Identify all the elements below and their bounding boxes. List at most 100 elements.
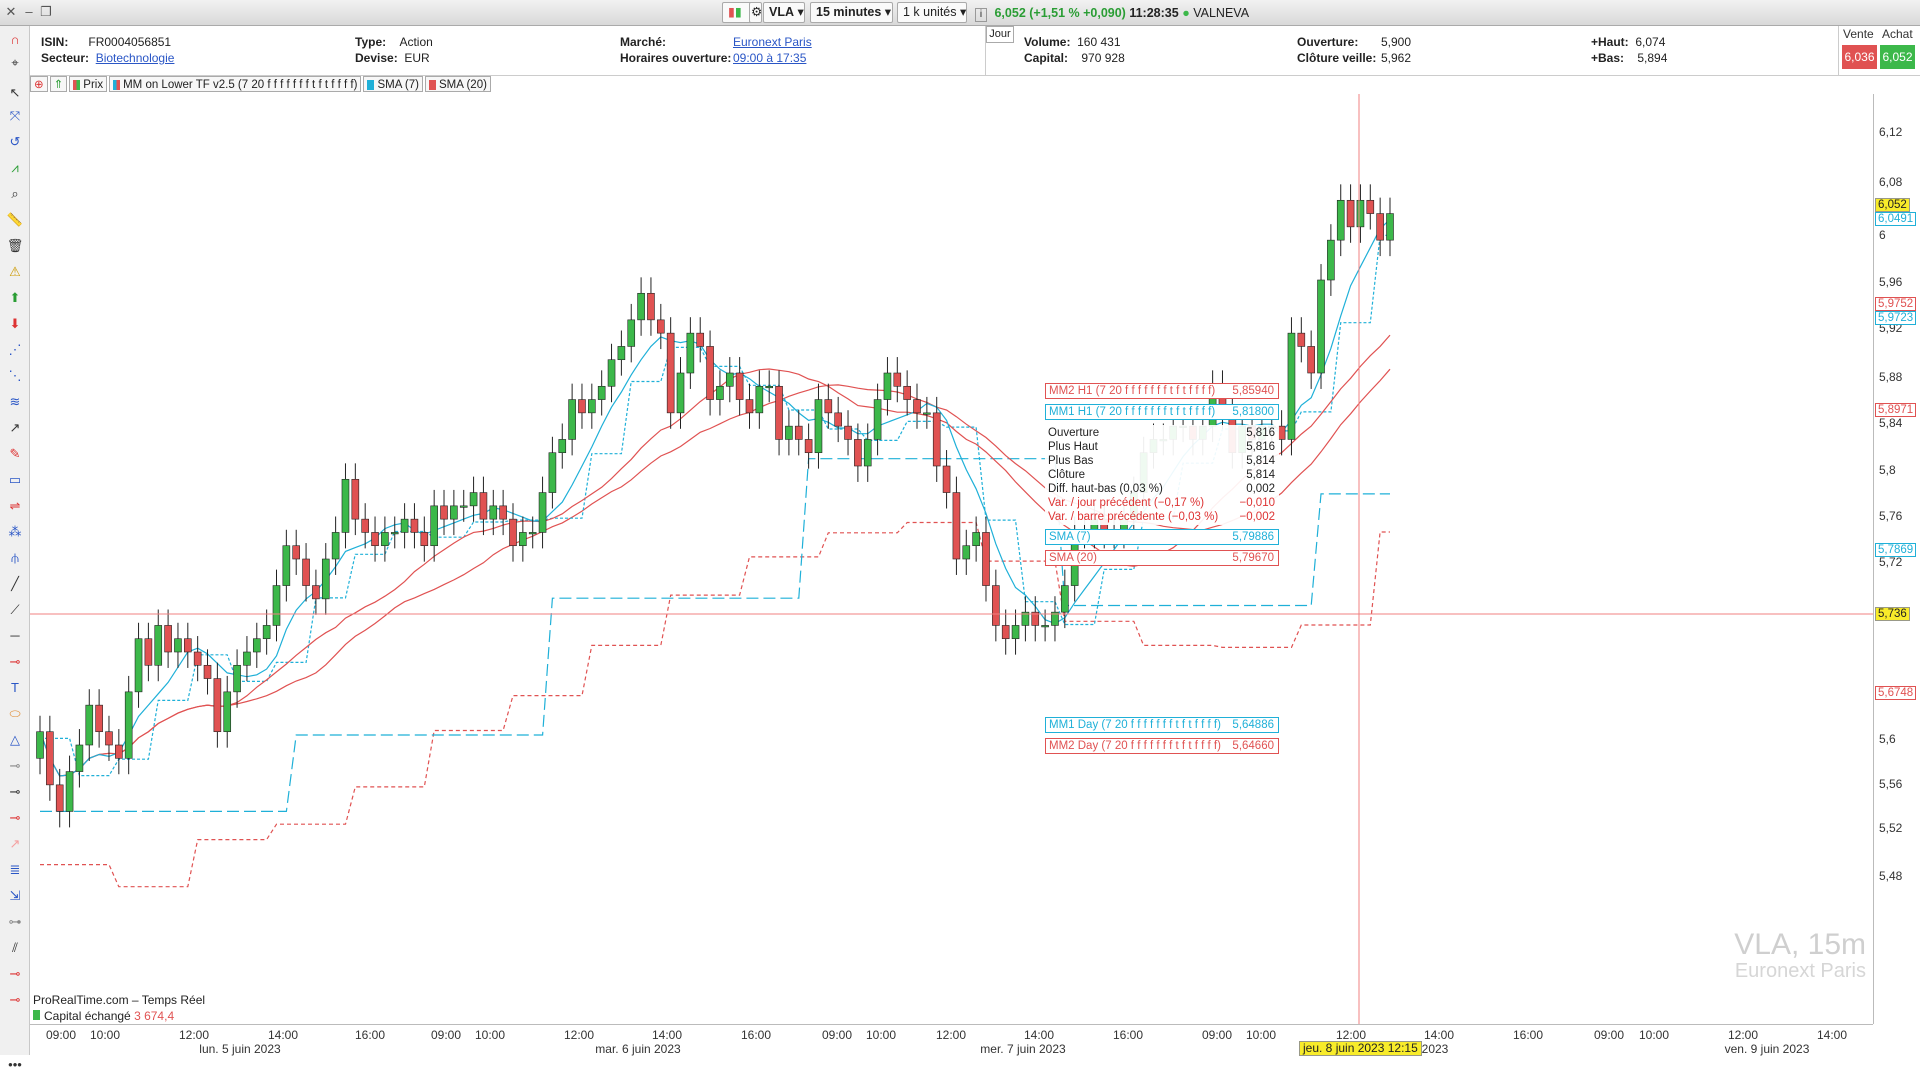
legend-mm[interactable]: MM on Lower TF v2.5 (7 20 f f f f f f f …	[109, 76, 362, 92]
ellipse-icon[interactable]: ⬭	[6, 705, 24, 723]
line-icon[interactable]: ╱	[6, 575, 24, 593]
rectangle-icon[interactable]: ▭	[6, 471, 24, 489]
arrow-pink-icon[interactable]: ↗	[6, 835, 24, 853]
buy-button[interactable]: 6,052	[1880, 45, 1915, 69]
trash-icon[interactable]: 🗑	[6, 237, 24, 255]
horaires-link[interactable]: 09:00 à 17:35	[733, 50, 806, 66]
watermark-symbol: VLA, 15m	[1734, 928, 1866, 961]
minimize-icon[interactable]: –	[22, 4, 36, 20]
segment-icon[interactable]: ⟋	[6, 601, 24, 619]
secteur-link[interactable]: Biotechnologie	[96, 51, 175, 65]
time-tick: 12:00	[1727, 1028, 1759, 1042]
wave-count-icon[interactable]: ⋰	[6, 341, 24, 359]
magnet-icon[interactable]: ∩	[6, 31, 24, 49]
candle	[85, 689, 94, 761]
symbol-select[interactable]: VLA ▾	[763, 2, 805, 23]
devise-row: Devise: EUR	[355, 50, 430, 66]
candle	[233, 649, 241, 708]
triangle-icon[interactable]: △	[6, 731, 24, 749]
price-axis[interactable]: 6,126,0865,965,925,885,845,85,765,725,64…	[1873, 94, 1920, 1024]
time-axis[interactable]: ven. 9 juin 2023 2023 mer. 7 juin 2023 mar.…	[30, 1024, 1873, 1056]
candle	[903, 370, 911, 416]
price-tag: 6,052	[1875, 198, 1910, 212]
pitchfork-icon[interactable]: ⫛	[6, 549, 24, 567]
zoom-icon[interactable]: ⌕	[6, 185, 24, 203]
cursor-date-label: jeu. 8 juin 2023 12:15	[1299, 1041, 1422, 1056]
channel-icon[interactable]: ⇌	[6, 497, 24, 515]
marche-link-text[interactable]: Euronext Paris	[733, 35, 812, 49]
timeframe-value: 15 minutes	[816, 5, 882, 19]
undo-icon[interactable]: ↺	[6, 133, 24, 151]
time-tick: 10:00	[1245, 1028, 1277, 1042]
info-icon[interactable]: i	[975, 8, 987, 22]
legend-sma20[interactable]: SMA (20)	[424, 76, 491, 92]
candle	[893, 357, 902, 403]
horaires-link-text[interactable]: 09:00 à 17:35	[733, 51, 806, 65]
cursor-icon[interactable]: ↖	[6, 84, 24, 102]
ray-black-icon[interactable]: ⊸	[6, 783, 24, 801]
measure-icon[interactable]: ⇲	[6, 887, 24, 905]
settings-icon[interactable]: ⚙	[749, 2, 762, 23]
more-icon[interactable]: •••	[6, 1056, 24, 1074]
candle	[657, 303, 665, 350]
magnet-settings-icon[interactable]: ⌖	[6, 54, 24, 72]
legend-add-icon[interactable]: ⊕	[30, 76, 48, 92]
arrow-line-icon[interactable]: ↗	[6, 419, 24, 437]
ohlc-value: 5,814	[1246, 469, 1275, 481]
candle	[686, 317, 695, 389]
hline-red2-icon[interactable]: ⊸	[6, 991, 24, 1009]
candle	[627, 303, 636, 363]
drawing-toolbar: ∩ ⌖ ↖ ⤧ ↺ ⩘ ⌕ 📏 🗑 ⚠ ⬆ ⬇ ⋰ ⋱ ≋ ↗ ✎ ▭ ⇌ ⁂ …	[0, 26, 30, 1072]
units-select[interactable]: 1 k unités ▾	[897, 2, 967, 23]
pencil-icon[interactable]: ✎	[6, 445, 24, 463]
candle	[1356, 184, 1365, 243]
zigzag-icon[interactable]: ⩘	[6, 159, 24, 177]
horizontal-line-icon[interactable]: ─	[6, 627, 24, 645]
ruler-icon[interactable]: 📏	[6, 211, 24, 229]
segment-grey-icon[interactable]: ⊶	[6, 913, 24, 931]
price-chart[interactable]	[30, 94, 1873, 1024]
capital-echange[interactable]: Capital échangé 3 674,4	[33, 1009, 174, 1023]
candle	[282, 529, 291, 602]
candle	[1021, 596, 1030, 642]
alert-icon[interactable]: ⚠	[6, 263, 24, 281]
candle	[676, 357, 685, 429]
wave-abc-icon[interactable]: ⋱	[6, 367, 24, 385]
legend-sma7[interactable]: SMA (7)	[363, 76, 423, 92]
ray-grey-icon[interactable]: ⊸	[6, 757, 24, 775]
time-tick: 12:00	[178, 1028, 210, 1042]
haut-value: 6,074	[1635, 35, 1666, 49]
text-icon[interactable]: T	[6, 679, 24, 697]
time-tick: 16:00	[354, 1028, 386, 1042]
legend-prix[interactable]: Prix	[69, 76, 108, 92]
buy-arrow-icon[interactable]: ⬆	[6, 289, 24, 307]
pointer-cross-icon[interactable]: ⤧	[6, 107, 24, 125]
candle	[1218, 370, 1227, 429]
marche-link[interactable]: Euronext Paris	[733, 34, 812, 50]
candle	[775, 370, 783, 456]
time-tick: 09:00	[430, 1028, 462, 1042]
timeframe-select[interactable]: 15 minutes ▾	[810, 2, 893, 23]
parallel-icon[interactable]: ⫽	[6, 939, 24, 957]
time-tick: 16:00	[1512, 1028, 1544, 1042]
fib-fan-icon[interactable]: ≣	[6, 861, 24, 879]
sell-arrow-icon[interactable]: ⬇	[6, 315, 24, 333]
time-tick: 14:00	[1423, 1028, 1455, 1042]
candle	[55, 768, 64, 828]
ray-icon[interactable]: ⊸	[6, 653, 24, 671]
restore-icon[interactable]: ❐	[39, 4, 53, 20]
period-tab-jour[interactable]: Jour	[986, 26, 1014, 43]
candle	[745, 383, 754, 429]
ray-red-icon[interactable]: ⊸	[6, 809, 24, 827]
time-tick: 14:00	[267, 1028, 299, 1042]
devise-label: Devise:	[355, 51, 398, 65]
candle	[459, 489, 468, 522]
pattern-icon[interactable]: ⁂	[6, 523, 24, 541]
hline-red-icon[interactable]: ⊸	[6, 965, 24, 983]
sell-button[interactable]: 6,036	[1842, 45, 1877, 69]
candle	[164, 609, 172, 668]
fibonacci-icon[interactable]: ≋	[6, 393, 24, 411]
close-icon[interactable]: ✕	[4, 4, 18, 20]
candle	[95, 689, 103, 748]
legend-up-icon[interactable]: ⇑	[49, 76, 68, 92]
